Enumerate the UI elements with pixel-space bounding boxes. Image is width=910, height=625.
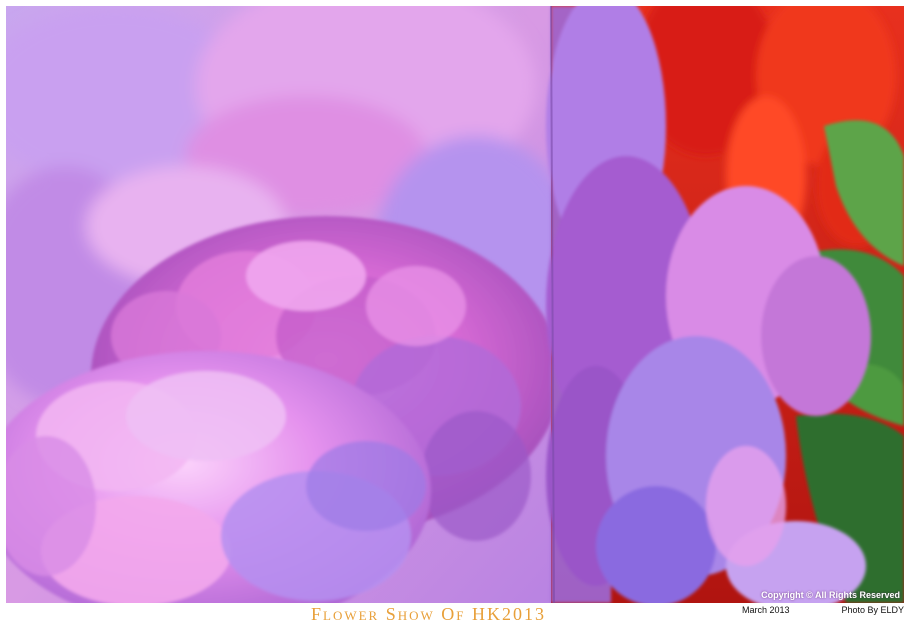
photo-credit: Photo By ELDY — [841, 605, 904, 615]
photo-frame: Copyright © All Rights Reserved — [6, 6, 904, 603]
caption-bar: Flower Show Of HK2013 March 2013 Photo B… — [0, 603, 910, 625]
show-title: Flower Show Of HK2013 — [311, 604, 547, 624]
photo-date: March 2013 — [742, 605, 790, 615]
hydrangea-photo — [6, 6, 904, 603]
copyright-watermark: Copyright © All Rights Reserved — [761, 590, 900, 600]
